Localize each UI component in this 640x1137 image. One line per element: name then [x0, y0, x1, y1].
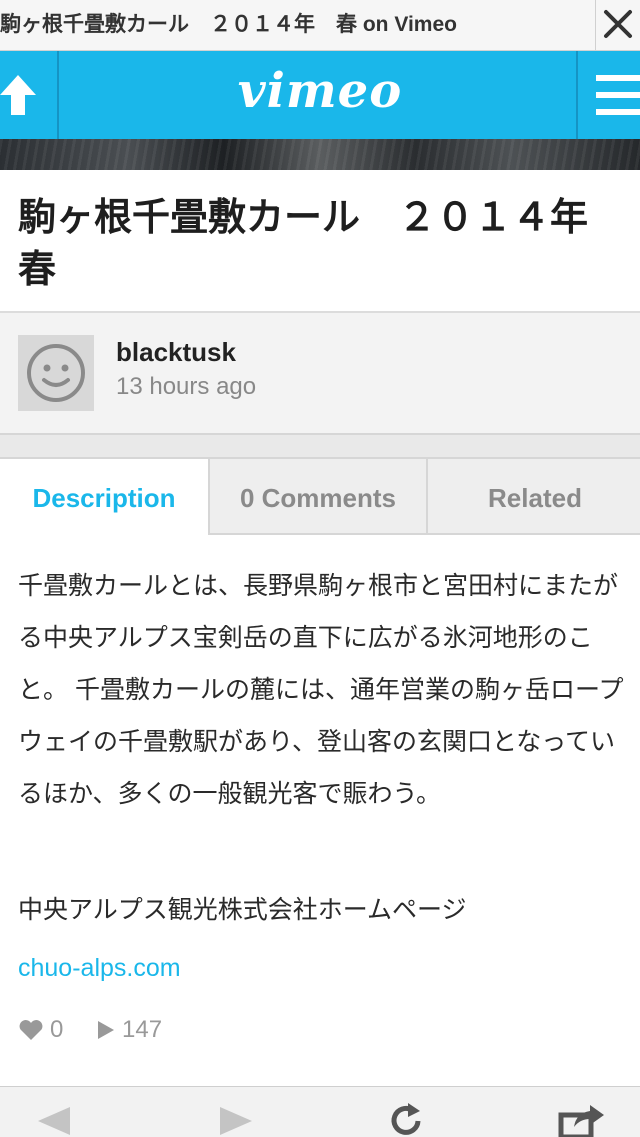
like-count-value: 0: [50, 1016, 64, 1043]
author-name[interactable]: blacktusk: [116, 337, 236, 368]
tab-bar: Description 0 Comments Related: [0, 457, 640, 535]
forward-arrow-icon[interactable]: [218, 1105, 254, 1137]
tab-description[interactable]: Description: [0, 457, 208, 535]
video-description: 千畳敷カールとは、長野県駒ヶ根市と宮田村にまたがる中央アルプス宝剣岳の直下に広が…: [18, 572, 624, 808]
reload-icon[interactable]: [386, 1103, 426, 1137]
like-count[interactable]: 0: [18, 1016, 63, 1044]
external-link[interactable]: chuo-alps.com: [18, 954, 181, 983]
page-title: 駒ヶ根千畳敷カール ２０１４年 春 on Vimeo: [0, 13, 457, 36]
heart-icon: [19, 1020, 43, 1040]
tab-related[interactable]: Related: [426, 457, 640, 535]
section-gap: [0, 435, 640, 457]
play-count: 147: [96, 1016, 162, 1044]
video-stats: 0 147: [18, 1016, 188, 1050]
back-arrow-icon[interactable]: [36, 1105, 72, 1137]
promo-text: 中央アルプス観光株式会社ホームページ: [18, 896, 467, 924]
play-count-value: 147: [122, 1016, 163, 1043]
tab-comments[interactable]: 0 Comments: [208, 457, 426, 535]
author-block[interactable]: blacktusk 13 hours ago: [0, 313, 640, 433]
menu-button[interactable]: [576, 51, 640, 139]
browser-toolbar: [0, 1086, 640, 1137]
share-icon[interactable]: [558, 1101, 606, 1137]
close-icon: [604, 10, 632, 38]
avatar[interactable]: [18, 335, 94, 411]
vimeo-header: vimeo: [0, 51, 640, 139]
smiley-avatar-icon: [27, 344, 85, 402]
browser-title-bar: 駒ヶ根千畳敷カール ２０１４年 春 on Vimeo: [0, 0, 640, 51]
vimeo-logo[interactable]: vimeo: [0, 63, 640, 119]
close-button[interactable]: [595, 0, 640, 50]
video-thumbnail[interactable]: [0, 139, 640, 170]
play-icon: [98, 1021, 115, 1039]
upload-time: 13 hours ago: [116, 373, 257, 400]
video-title: 駒ヶ根千畳敷カール ２０１４年 春: [18, 197, 627, 291]
